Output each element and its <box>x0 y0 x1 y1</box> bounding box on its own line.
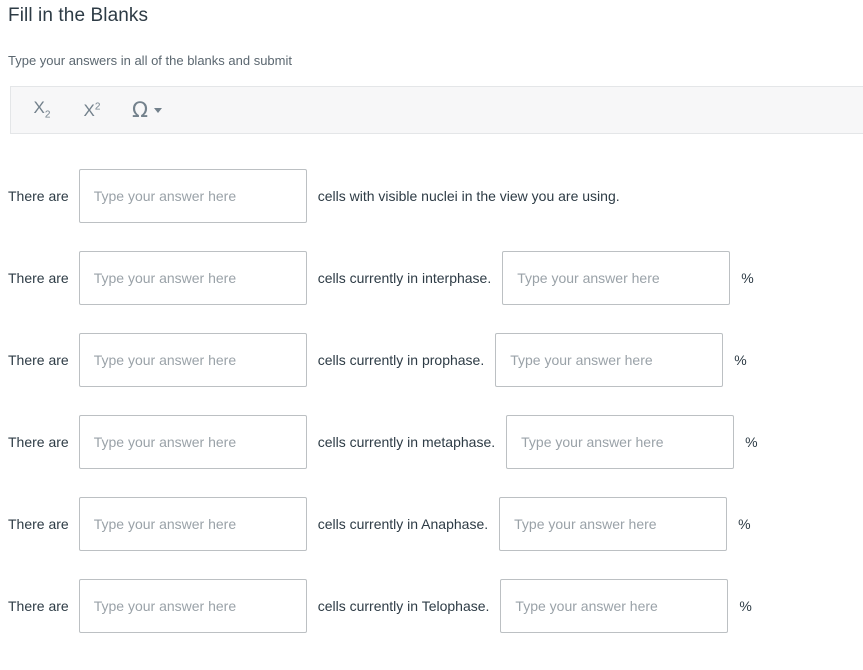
omega-icon: Ω <box>132 97 149 122</box>
row-middle-text: cells currently in Telophase. <box>317 598 490 614</box>
percent-symbol: % <box>745 434 758 450</box>
row-lead-text: There are <box>8 516 69 532</box>
superscript-icon: X2 <box>83 100 101 120</box>
page-title: Fill in the Blanks <box>8 5 149 26</box>
blank-row: There are cells currently in prophase.% <box>0 319 863 401</box>
answer-input-percent[interactable] <box>499 497 728 551</box>
blank-row: There are cells currently in Anaphase.% <box>0 483 863 565</box>
page-instructions: Type your answers in all of the blanks a… <box>8 53 292 68</box>
blank-row: There are cells currently in metaphase.% <box>0 401 863 483</box>
answer-input-count[interactable] <box>78 497 307 551</box>
subscript-icon: X2 <box>33 98 51 121</box>
blank-row: There are cells with visible nuclei in th… <box>0 155 863 237</box>
answer-input-percent[interactable] <box>506 415 735 469</box>
row-lead-text: There are <box>8 188 69 204</box>
blank-rows-list: There are cells with visible nuclei in th… <box>0 155 863 647</box>
answer-input-count[interactable] <box>78 251 307 305</box>
row-lead-text: There are <box>8 352 69 368</box>
row-middle-text: cells currently in metaphase. <box>317 434 496 450</box>
answer-input-count[interactable] <box>78 415 307 469</box>
percent-symbol: % <box>739 598 752 614</box>
superscript-button[interactable]: X2 <box>75 93 109 127</box>
answer-input-percent[interactable] <box>502 251 731 305</box>
row-lead-text: There are <box>8 270 69 286</box>
answer-input-count[interactable] <box>78 333 307 387</box>
percent-symbol: % <box>734 352 747 368</box>
row-lead-text: There are <box>8 434 69 450</box>
row-middle-text: cells with visible nuclei in the view yo… <box>317 188 620 204</box>
answer-input-count[interactable] <box>78 579 307 633</box>
answer-input-percent[interactable] <box>495 333 724 387</box>
special-characters-button[interactable]: Ω <box>125 93 169 127</box>
percent-symbol: % <box>738 516 751 532</box>
rich-text-toolbar: X2 X2 Ω <box>10 86 863 134</box>
row-lead-text: There are <box>8 598 69 614</box>
blank-row: There are cells currently in Telophase.% <box>0 565 863 647</box>
row-middle-text: cells currently in interphase. <box>317 270 492 286</box>
answer-input-percent[interactable] <box>500 579 729 633</box>
blank-row: There are cells currently in interphase.% <box>0 237 863 319</box>
percent-symbol: % <box>741 270 754 286</box>
fill-in-the-blanks-page: Fill in the Blanks Type your answers in … <box>0 0 863 670</box>
row-middle-text: cells currently in Anaphase. <box>317 516 489 532</box>
row-middle-text: cells currently in prophase. <box>317 352 485 368</box>
answer-input-count[interactable] <box>78 169 307 223</box>
chevron-down-icon <box>154 107 163 113</box>
subscript-button[interactable]: X2 <box>25 93 59 127</box>
